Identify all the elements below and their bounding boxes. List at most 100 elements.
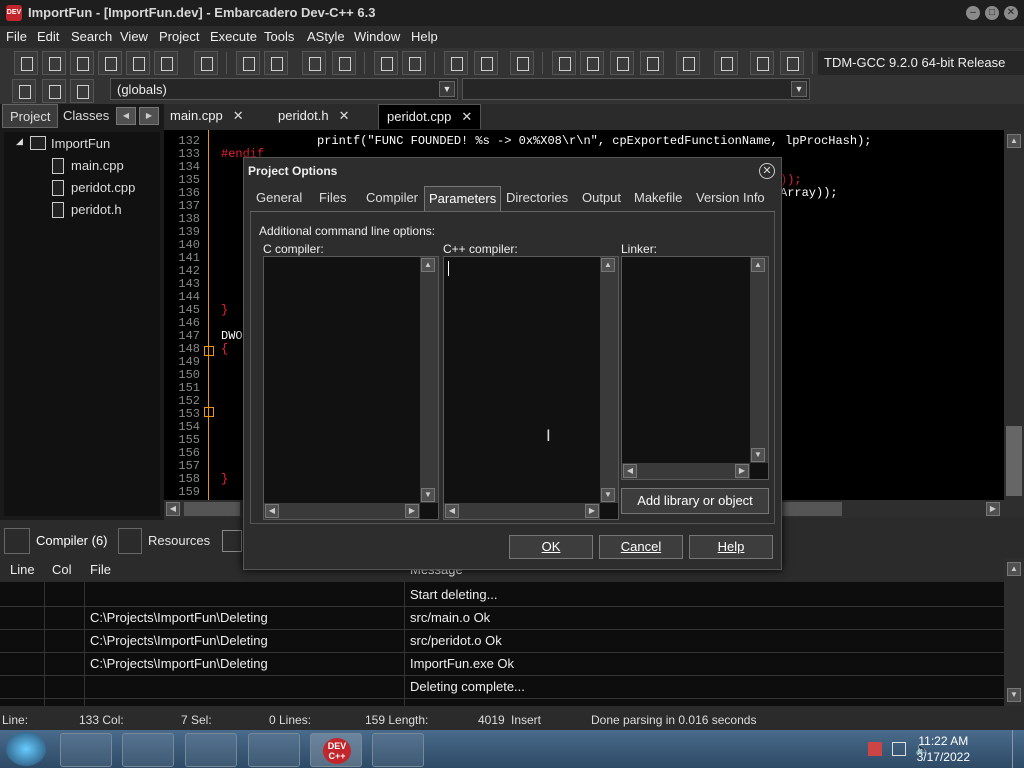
project-options-icon[interactable] <box>510 51 534 75</box>
syntax-check-icon[interactable] <box>676 51 700 75</box>
table-row-file[interactable]: C:\Projects\ImportFun\Deleting <box>90 656 268 671</box>
close-all-icon[interactable] <box>154 51 178 75</box>
tab-general[interactable]: General <box>256 190 302 205</box>
close-file-icon[interactable] <box>126 51 150 75</box>
linker-options-input[interactable]: ▲ ▼ ◀ ▶ <box>621 256 769 480</box>
undo-icon[interactable] <box>374 51 398 75</box>
tab-peridot-h[interactable]: peridot.h ✕ <box>278 108 350 124</box>
scroll-down-icon[interactable]: ▼ <box>751 448 765 462</box>
menu-help[interactable]: Help <box>411 29 438 44</box>
cpp-compiler-options-input[interactable]: ▲ ▼ ◀ ▶ <box>443 256 619 520</box>
function-select[interactable]: ▼ <box>462 78 810 100</box>
table-vertical-scrollbar[interactable]: ▲ ▼ <box>1004 558 1024 706</box>
tab-scroll-right-icon[interactable]: ▶ <box>139 107 159 125</box>
new-project-icon[interactable] <box>444 51 468 75</box>
menu-window[interactable]: Window <box>354 29 400 44</box>
scroll-down-icon[interactable]: ▼ <box>601 488 615 502</box>
scroll-right-icon[interactable]: ▶ <box>585 504 599 518</box>
redo-icon[interactable] <box>402 51 426 75</box>
close-icon[interactable]: ✕ <box>461 109 472 124</box>
goto-bookmark-icon[interactable] <box>70 79 94 103</box>
explorer-icon[interactable] <box>60 733 112 767</box>
table-row-message[interactable]: src/main.o Ok <box>410 610 490 625</box>
chevron-down-icon[interactable]: ▼ <box>791 81 807 97</box>
scroll-down-icon[interactable]: ▼ <box>421 488 435 502</box>
profile-icon[interactable] <box>750 51 774 75</box>
tab-peridot-cpp[interactable]: peridot.cpp ✕ <box>378 104 482 129</box>
compile-run-icon[interactable] <box>610 51 634 75</box>
scroll-up-icon[interactable]: ▲ <box>1007 562 1021 576</box>
delete-profile-icon[interactable] <box>780 51 804 75</box>
tab-makefile[interactable]: Makefile <box>634 190 682 205</box>
close-icon[interactable]: ✕ <box>339 108 350 123</box>
column-header-line[interactable]: Line <box>10 562 35 577</box>
notepad-icon[interactable] <box>248 733 300 767</box>
tree-root[interactable]: ImportFun <box>51 136 110 151</box>
tab-directories[interactable]: Directories <box>506 190 568 205</box>
c-compiler-options-input[interactable]: ▲ ▼ ◀ ▶ <box>263 256 439 520</box>
scroll-down-icon[interactable]: ▼ <box>1007 688 1021 702</box>
close-icon[interactable]: ✕ <box>759 163 775 179</box>
open-icon[interactable] <box>42 51 66 75</box>
cancel-button[interactable]: Cancel <box>599 535 683 559</box>
table-row-message[interactable]: Deleting complete... <box>410 679 525 694</box>
rebuild-icon[interactable] <box>640 51 664 75</box>
scroll-right-icon[interactable]: ▶ <box>735 464 749 478</box>
chrome-icon[interactable] <box>185 733 237 767</box>
tab-compiler[interactable]: Compiler (6) <box>36 533 108 548</box>
scroll-up-icon[interactable]: ▲ <box>421 258 435 272</box>
maximize-button[interactable]: □ <box>985 6 999 20</box>
devcpp-taskbar-icon[interactable]: DEV C++ <box>310 733 362 767</box>
table-row-message[interactable]: Start deleting... <box>410 587 497 602</box>
replace-icon[interactable] <box>264 51 288 75</box>
tab-compiler[interactable]: Compiler <box>366 190 418 205</box>
unindent-icon[interactable] <box>332 51 356 75</box>
scope-select[interactable]: (globals) ▼ <box>110 78 458 100</box>
compile-icon[interactable] <box>552 51 576 75</box>
compiler-set-select[interactable]: TDM-GCC 9.2.0 64-bit Release <box>818 51 1024 75</box>
menu-file[interactable]: File <box>6 29 27 44</box>
stop-icon[interactable] <box>714 51 738 75</box>
scroll-right-icon[interactable]: ▶ <box>405 504 419 518</box>
horizontal-scrollbar[interactable]: ◀ ▶ <box>622 463 750 479</box>
menu-astyle[interactable]: AStyle <box>307 29 345 44</box>
add-library-button[interactable]: Add library or object <box>621 488 769 514</box>
scroll-thumb[interactable] <box>184 502 240 516</box>
tab-files[interactable]: Files <box>319 190 346 205</box>
tab-parameters[interactable]: Parameters <box>424 186 502 211</box>
tab-output[interactable]: Output <box>582 190 621 205</box>
vertical-scrollbar[interactable]: ▲ ▼ <box>600 257 618 503</box>
close-button[interactable]: ✕ <box>1004 6 1018 20</box>
print-icon[interactable] <box>194 51 218 75</box>
scroll-thumb[interactable] <box>782 502 842 516</box>
vertical-scrollbar[interactable]: ▲ ▼ <box>750 257 768 463</box>
ok-button[interactable]: OK <box>509 535 593 559</box>
tab-version-info[interactable]: Version Info <box>696 190 765 205</box>
tab-resources[interactable]: Resources <box>148 533 210 548</box>
table-row-message[interactable]: src/peridot.o Ok <box>410 633 502 648</box>
tab-project[interactable]: Project <box>2 104 59 128</box>
app-window-icon[interactable] <box>372 733 424 767</box>
scroll-up-icon[interactable]: ▲ <box>1007 134 1021 148</box>
column-header-file[interactable]: File <box>90 562 111 577</box>
table-row-message[interactable]: ImportFun.exe Ok <box>410 656 514 671</box>
menu-view[interactable]: View <box>120 29 148 44</box>
scroll-up-icon[interactable]: ▲ <box>751 258 765 272</box>
find-icon[interactable] <box>236 51 260 75</box>
expand-icon[interactable]: ◢ <box>16 136 23 147</box>
horizontal-scrollbar[interactable]: ◀ ▶ <box>264 503 420 519</box>
table-row-file[interactable]: C:\Projects\ImportFun\Deleting <box>90 633 268 648</box>
indent-icon[interactable] <box>302 51 326 75</box>
new-file-icon[interactable] <box>14 51 38 75</box>
scroll-thumb[interactable] <box>1006 426 1022 496</box>
network-icon[interactable] <box>892 742 906 756</box>
vertical-scrollbar[interactable]: ▲ ▼ <box>420 257 438 503</box>
menu-execute[interactable]: Execute <box>210 29 257 44</box>
goto-icon[interactable] <box>12 79 36 103</box>
menu-tools[interactable]: Tools <box>264 29 294 44</box>
tree-item-peridot-cpp[interactable]: peridot.cpp <box>71 180 135 195</box>
minimize-button[interactable]: – <box>966 6 980 20</box>
scroll-left-icon[interactable]: ◀ <box>166 502 180 516</box>
column-header-col[interactable]: Col <box>52 562 72 577</box>
show-desktop-button[interactable] <box>1012 730 1024 768</box>
